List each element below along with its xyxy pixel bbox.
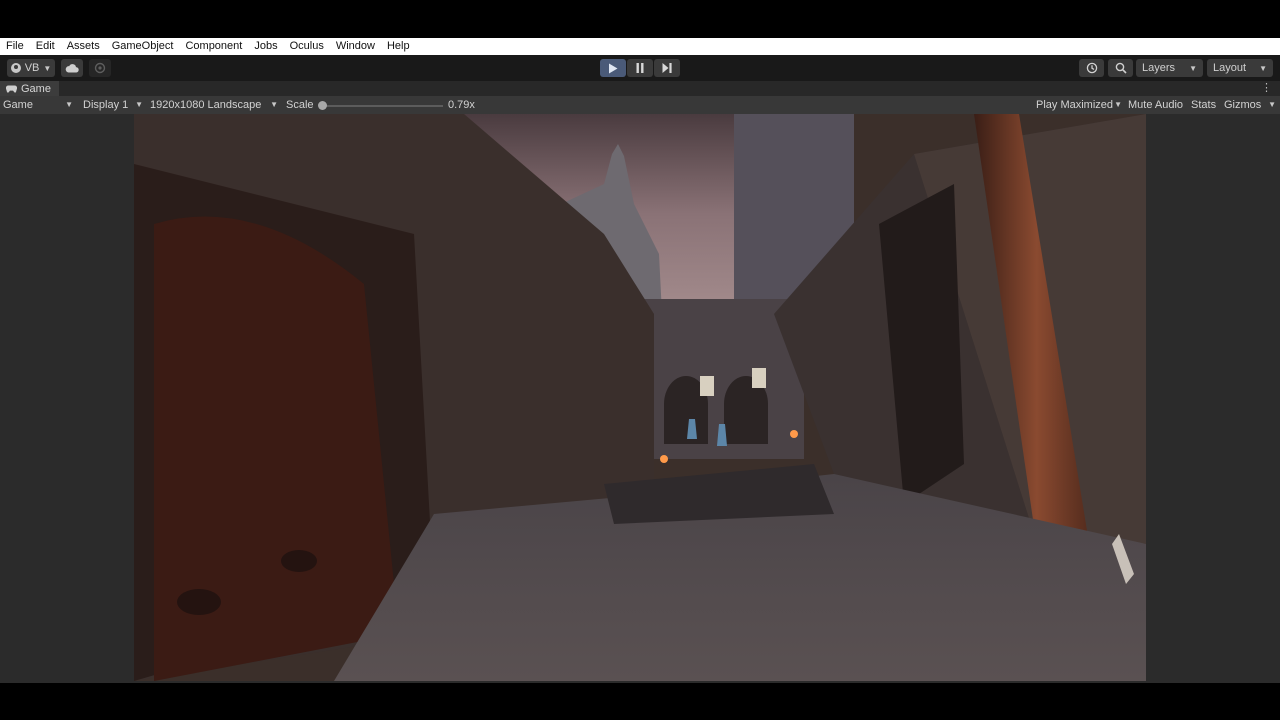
chevron-down-icon: ▼ <box>135 100 143 109</box>
scale-value: 0.79x <box>448 99 475 111</box>
menu-bar: File Edit Assets GameObject Component Jo… <box>0 38 1280 55</box>
chevron-down-icon: ▼ <box>1114 100 1122 109</box>
menu-edit[interactable]: Edit <box>30 38 61 55</box>
chevron-down-icon: ▼ <box>1259 63 1267 73</box>
gamepad-icon <box>6 84 17 93</box>
tab-game-label: Game <box>21 82 51 95</box>
account-icon <box>10 63 21 73</box>
display-mode-dropdown[interactable]: Game ▼ <box>3 96 73 114</box>
layers-label: Layers <box>1142 62 1176 74</box>
account-label: VB <box>24 62 40 74</box>
menu-gameobject[interactable]: GameObject <box>106 38 180 55</box>
display-mode-label: Game <box>3 99 33 111</box>
layers-dropdown[interactable]: Layers ▼ <box>1136 59 1203 77</box>
chevron-down-icon: ▼ <box>1268 100 1276 109</box>
search-icon <box>1115 62 1127 74</box>
kebab-icon[interactable]: ⋮ <box>1261 81 1272 96</box>
play-icon <box>609 63 618 73</box>
cloud-icon <box>65 64 79 73</box>
menu-jobs[interactable]: Jobs <box>248 38 283 55</box>
stats-toggle[interactable]: Stats <box>1191 96 1216 114</box>
chevron-down-icon: ▼ <box>65 100 73 109</box>
scale-label: Scale <box>286 99 314 111</box>
pause-button[interactable] <box>627 59 653 77</box>
chevron-down-icon: ▼ <box>1189 63 1197 73</box>
resolution-dropdown[interactable]: 1920x1080 Landscape ▼ <box>150 96 278 114</box>
letterbox-top <box>0 0 1280 38</box>
display-dropdown[interactable]: Display 1 ▼ <box>83 96 143 114</box>
play-mode-label: Play Maximized <box>1036 99 1114 111</box>
game-view-toolbar: Game ▼ Display 1 ▼ 1920x1080 Landscape ▼… <box>0 96 1280 114</box>
scale-slider[interactable] <box>321 105 443 107</box>
menu-assets[interactable]: Assets <box>61 38 106 55</box>
letterbox-bottom <box>0 683 1280 720</box>
history-icon <box>1086 62 1097 74</box>
collab-button[interactable] <box>89 59 111 77</box>
mute-audio-toggle[interactable]: Mute Audio <box>1128 96 1183 114</box>
menu-help[interactable]: Help <box>381 38 416 55</box>
chevron-down-icon: ▼ <box>43 63 52 73</box>
menu-oculus[interactable]: Oculus <box>284 38 330 55</box>
chevron-down-icon: ▼ <box>270 100 278 109</box>
scale-slider-handle[interactable] <box>318 101 327 110</box>
display-label: Display 1 <box>83 99 129 111</box>
game-render[interactable] <box>134 114 1146 681</box>
tab-bar: Game ⋮ <box>0 81 1280 96</box>
search-button[interactable] <box>1108 59 1133 77</box>
layout-label: Layout <box>1213 62 1247 74</box>
play-mode-dropdown[interactable]: Play Maximized ▼ <box>1036 96 1122 114</box>
history-button[interactable] <box>1079 59 1104 77</box>
main-toolbar: VB ▼ Layers ▼ Layout ▼ <box>0 55 1280 81</box>
gizmos-dropdown[interactable]: Gizmos ▼ <box>1224 96 1276 114</box>
step-icon <box>662 63 672 73</box>
tab-game[interactable]: Game <box>0 81 59 96</box>
resolution-label: 1920x1080 Landscape <box>150 99 262 111</box>
account-dropdown[interactable]: VB ▼ <box>7 59 55 77</box>
play-button[interactable] <box>600 59 626 77</box>
cloud-button[interactable] <box>61 59 83 77</box>
menu-component[interactable]: Component <box>179 38 248 55</box>
scene-illustration <box>134 114 1146 681</box>
pause-icon <box>636 63 644 73</box>
step-button[interactable] <box>654 59 680 77</box>
layout-dropdown[interactable]: Layout ▼ <box>1207 59 1273 77</box>
menu-window[interactable]: Window <box>330 38 381 55</box>
gizmos-label: Gizmos <box>1224 99 1262 111</box>
collab-icon <box>94 62 106 74</box>
menu-file[interactable]: File <box>0 38 30 55</box>
